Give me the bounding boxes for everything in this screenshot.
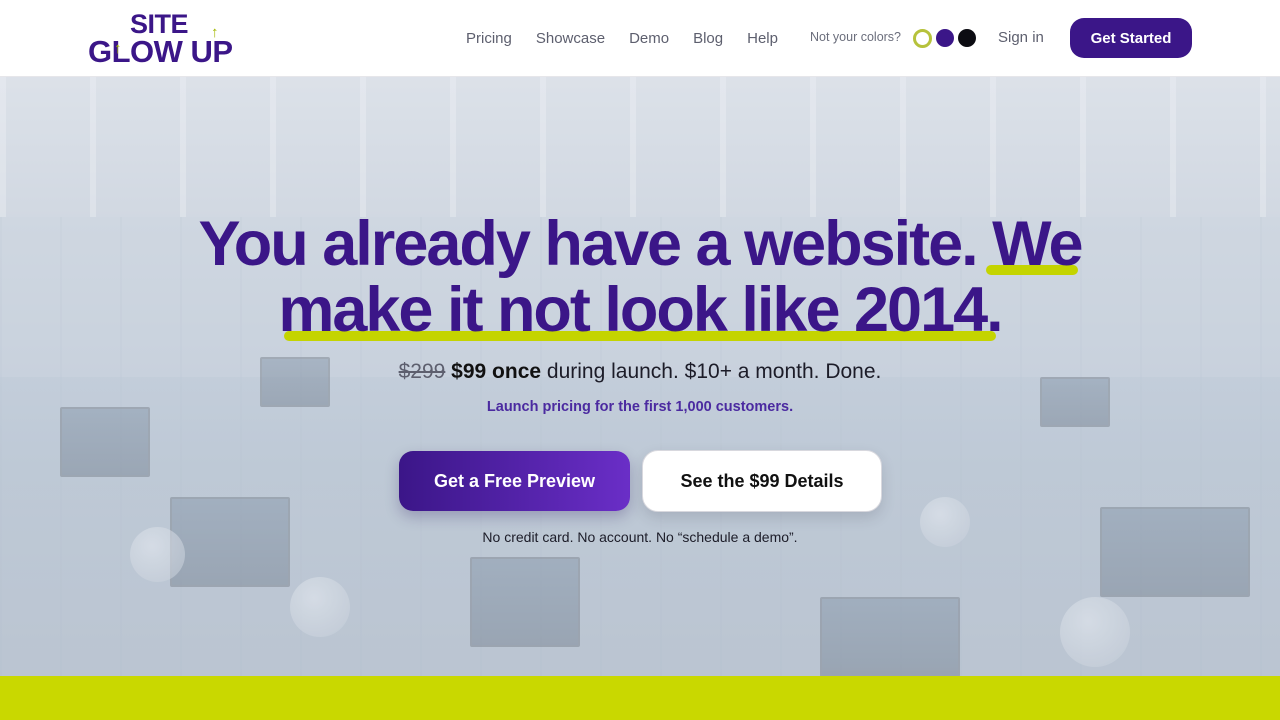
color-swatch-lime[interactable] [913,29,932,48]
price-line: $299 $99 once during launch. $10+ a mont… [0,360,1280,384]
sign-in-link[interactable]: Sign in [998,29,1044,46]
color-swatch-black[interactable] [958,29,976,47]
headline-line-1: You already have a website. We [140,211,1140,277]
accent-band [0,676,1280,720]
headline-line-2: make it not look like 2014. [278,275,1003,345]
headline-text: You already have a website. [198,209,993,279]
fine-print: No credit card. No account. No “schedule… [482,529,798,545]
get-started-button[interactable]: Get Started [1070,18,1192,58]
nav-link-demo[interactable]: Demo [629,30,669,47]
main-nav: Pricing Showcase Demo Blog Help [466,0,802,77]
logo-arrow-icon: ↑ [211,24,219,41]
color-swatch-purple[interactable] [936,29,954,47]
nav-link-showcase[interactable]: Showcase [536,30,605,47]
logo-arrow-icon: ↑ [114,40,122,57]
old-price: $299 [398,360,446,383]
nav-link-blog[interactable]: Blog [693,30,723,47]
launch-note: Launch pricing for the first 1,000 custo… [486,399,794,415]
free-preview-button[interactable]: Get a Free Preview [399,451,630,511]
hero-headline: You already have a website. We make it n… [140,211,1140,343]
headline-highlighted-word: We [992,209,1083,279]
site-header: SITE GLOW UP ↑ ↑ Pricing Showcase Demo B… [0,0,1280,77]
hero-section: You already have a website. We make it n… [0,77,1280,676]
nav-link-pricing[interactable]: Pricing [466,30,512,47]
color-picker-label: Not your colors? [810,30,902,44]
site-logo[interactable]: SITE GLOW UP ↑ ↑ [88,10,244,68]
price-details: during launch. $10+ a month. Done. [541,360,882,383]
pricing-details-button[interactable]: See the $99 Details [642,450,882,512]
nav-link-help[interactable]: Help [747,30,778,47]
new-price: $99 once [451,360,542,383]
